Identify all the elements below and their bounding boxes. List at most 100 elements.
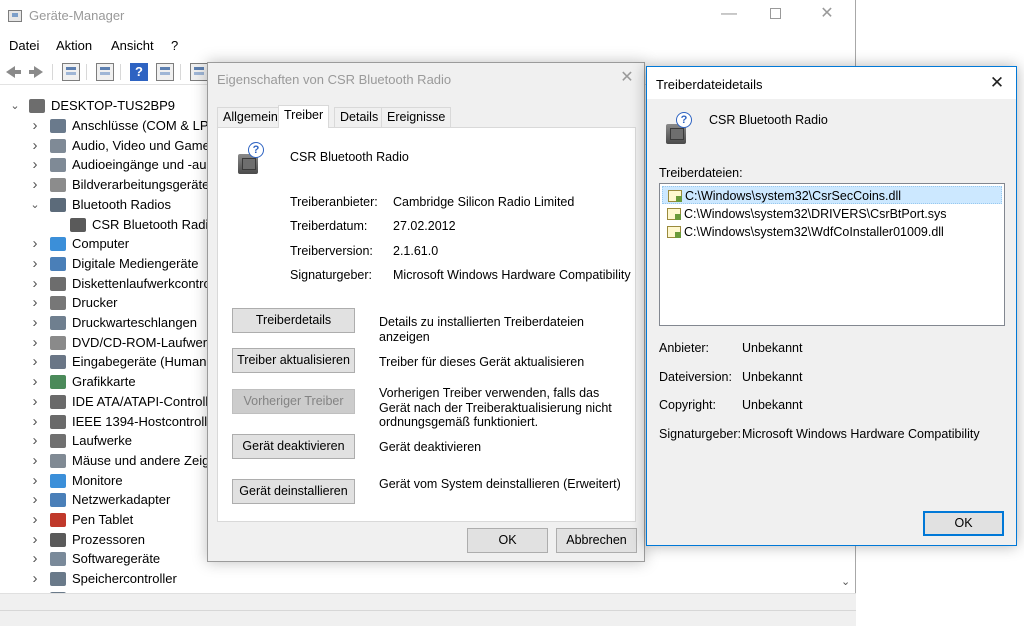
list-item[interactable]: C:\Windows\system32\CsrSecCoins.dll	[662, 186, 1002, 204]
maximize-button[interactable]	[752, 2, 798, 26]
tab-treiber[interactable]: Treiber	[278, 105, 330, 128]
tree-item-label: Bildverarbeitungsgeräte	[72, 177, 210, 193]
chevron-right-icon[interactable]: ›	[29, 431, 41, 451]
chevron-right-icon[interactable]: ›	[29, 412, 41, 432]
maximize-icon	[769, 8, 781, 20]
chevron-right-icon[interactable]: ›	[29, 549, 41, 569]
driver-file-details-close-button[interactable]: ✕	[985, 71, 1009, 95]
status-bar	[0, 610, 856, 626]
driver-version-value: 2.1.61.0	[393, 244, 439, 258]
driver-files-label: Treiberdateien:	[659, 166, 743, 180]
scroll-down-arrow-icon[interactable]: ⌄	[841, 575, 850, 588]
device-list-icon[interactable]	[96, 63, 114, 81]
help-icon[interactable]: ?	[130, 63, 148, 81]
driver-file-details-dialog: Treiberdateidetails ✕ ? CSR Bluetooth Ra…	[646, 66, 1017, 546]
driver-date-value: 27.02.2012	[393, 219, 456, 233]
port-icon	[50, 119, 66, 133]
tab-details[interactable]: Details	[334, 107, 385, 127]
forward-arrow-icon[interactable]	[28, 63, 46, 81]
tree-item-label: Laufwerke	[72, 433, 132, 449]
chevron-down-icon[interactable]: ⌄	[9, 96, 21, 116]
chevron-right-icon[interactable]: ›	[29, 530, 41, 550]
chevron-right-icon[interactable]: ›	[29, 569, 41, 589]
speaker-icon	[50, 158, 66, 173]
uninstall-device-button[interactable]: Gerät deinstallieren	[232, 479, 355, 504]
chevron-right-icon[interactable]: ›	[29, 510, 41, 530]
tab-allgemein[interactable]: Allgemein	[217, 107, 284, 127]
hid-icon	[50, 355, 66, 370]
update-driver-desc: Treiber für dieses Gerät aktualisieren	[379, 355, 585, 369]
driver-signer-value: Microsoft Windows Hardware Compatibility	[393, 268, 631, 282]
provider-label: Anbieter:	[659, 341, 710, 355]
driver-details-button[interactable]: Treiberdetails	[232, 308, 355, 333]
software-device-icon	[50, 552, 66, 567]
device-manager-titlebar[interactable]: Geräte-Manager — ✕	[0, 0, 856, 32]
chevron-right-icon[interactable]: ›	[29, 471, 41, 491]
file-version-value: Unbekannt	[742, 370, 803, 384]
chevron-right-icon[interactable]: ›	[29, 136, 41, 156]
update-driver-icon[interactable]	[156, 63, 174, 81]
menu-datei[interactable]: Datei	[9, 38, 39, 53]
display-adapter-icon	[50, 375, 66, 390]
properties-view-icon[interactable]	[62, 63, 80, 81]
horizontal-scrollbar[interactable]	[0, 593, 856, 610]
tree-item-label: DVD/CD-ROM-Laufwerke	[72, 334, 221, 350]
menu-ansicht[interactable]: Ansicht	[111, 38, 154, 53]
chevron-right-icon[interactable]: ›	[29, 175, 41, 195]
toolbar-separator	[120, 64, 121, 80]
chevron-right-icon[interactable]: ›	[29, 155, 41, 175]
chevron-right-icon[interactable]: ›	[29, 274, 41, 294]
tree-item-label: Speichercontroller	[72, 571, 177, 587]
tree-item-label: CSR Bluetooth Radio	[92, 216, 216, 232]
monitor-icon[interactable]	[190, 63, 208, 81]
chevron-right-icon[interactable]: ›	[29, 451, 41, 471]
chevron-right-icon[interactable]: ›	[29, 372, 41, 392]
uninstall-device-desc: Gerät vom System deinstallieren (Erweite…	[379, 477, 621, 491]
toolbar-separator	[52, 64, 53, 80]
toolbar-separator	[180, 64, 181, 80]
driver-file-details-titlebar[interactable]: Treiberdateidetails ✕	[647, 67, 1016, 99]
close-button[interactable]: ✕	[804, 2, 850, 26]
chevron-right-icon[interactable]: ›	[29, 333, 41, 353]
network-adapter-icon	[50, 493, 66, 508]
driver-files-list[interactable]: C:\Windows\system32\CsrSecCoins.dll C:\W…	[659, 183, 1005, 326]
menu-aktion[interactable]: Aktion	[56, 38, 92, 53]
storage-controller-icon	[50, 572, 66, 587]
menu-help[interactable]: ?	[171, 38, 178, 53]
update-driver-button[interactable]: Treiber aktualisieren	[232, 348, 355, 373]
chevron-down-icon[interactable]: ⌄	[29, 195, 41, 215]
tree-item-label: Bluetooth Radios	[72, 196, 172, 212]
chevron-right-icon[interactable]: ›	[29, 116, 41, 136]
driver-file-details-title: Treiberdateidetails	[656, 77, 763, 92]
chevron-right-icon[interactable]: ›	[29, 293, 41, 313]
list-item[interactable]: C:\Windows\system32\WdfCoInstaller01009.…	[662, 223, 1002, 241]
file-path: C:\Windows\system32\WdfCoInstaller01009.…	[684, 225, 944, 239]
ok-button[interactable]: OK	[467, 528, 548, 553]
minimize-button[interactable]: —	[706, 2, 752, 26]
properties-dialog-title: Eigenschaften von CSR Bluetooth Radio	[217, 72, 452, 87]
tree-root-label: DESKTOP-TUS2BP9	[51, 98, 176, 113]
properties-close-button[interactable]: ✕	[616, 67, 638, 89]
processor-icon	[50, 532, 66, 547]
tree-item-label: Computer	[72, 236, 130, 252]
chevron-right-icon[interactable]: ›	[29, 234, 41, 254]
unknown-device-icon: ?	[664, 112, 694, 146]
driver-file-icon	[668, 190, 682, 202]
ok-button[interactable]: OK	[923, 511, 1004, 536]
chevron-right-icon[interactable]: ›	[29, 352, 41, 372]
chevron-right-icon[interactable]: ›	[29, 392, 41, 412]
rollback-driver-button[interactable]: Vorheriger Treiber	[232, 389, 355, 414]
device-name: CSR Bluetooth Radio	[290, 150, 409, 164]
list-item[interactable]: C:\Windows\system32\DRIVERS\CsrBtPort.sy…	[662, 205, 1002, 223]
back-arrow-icon[interactable]	[4, 63, 22, 81]
digital-signer-label: Signaturgeber:	[659, 427, 742, 441]
chevron-right-icon[interactable]: ›	[29, 313, 41, 333]
chevron-right-icon[interactable]: ›	[29, 254, 41, 274]
tab-ereignisse[interactable]: Ereignisse	[381, 107, 452, 127]
driver-details-desc: Details zu installierten Treiberdateien …	[379, 315, 584, 344]
driver-tab-panel: ? CSR Bluetooth Radio Treiberanbieter: C…	[217, 127, 636, 522]
dvd-drive-icon	[50, 335, 66, 350]
chevron-right-icon[interactable]: ›	[29, 490, 41, 510]
disable-device-button[interactable]: Gerät deaktivieren	[232, 434, 355, 459]
cancel-button[interactable]: Abbrechen	[556, 528, 637, 553]
